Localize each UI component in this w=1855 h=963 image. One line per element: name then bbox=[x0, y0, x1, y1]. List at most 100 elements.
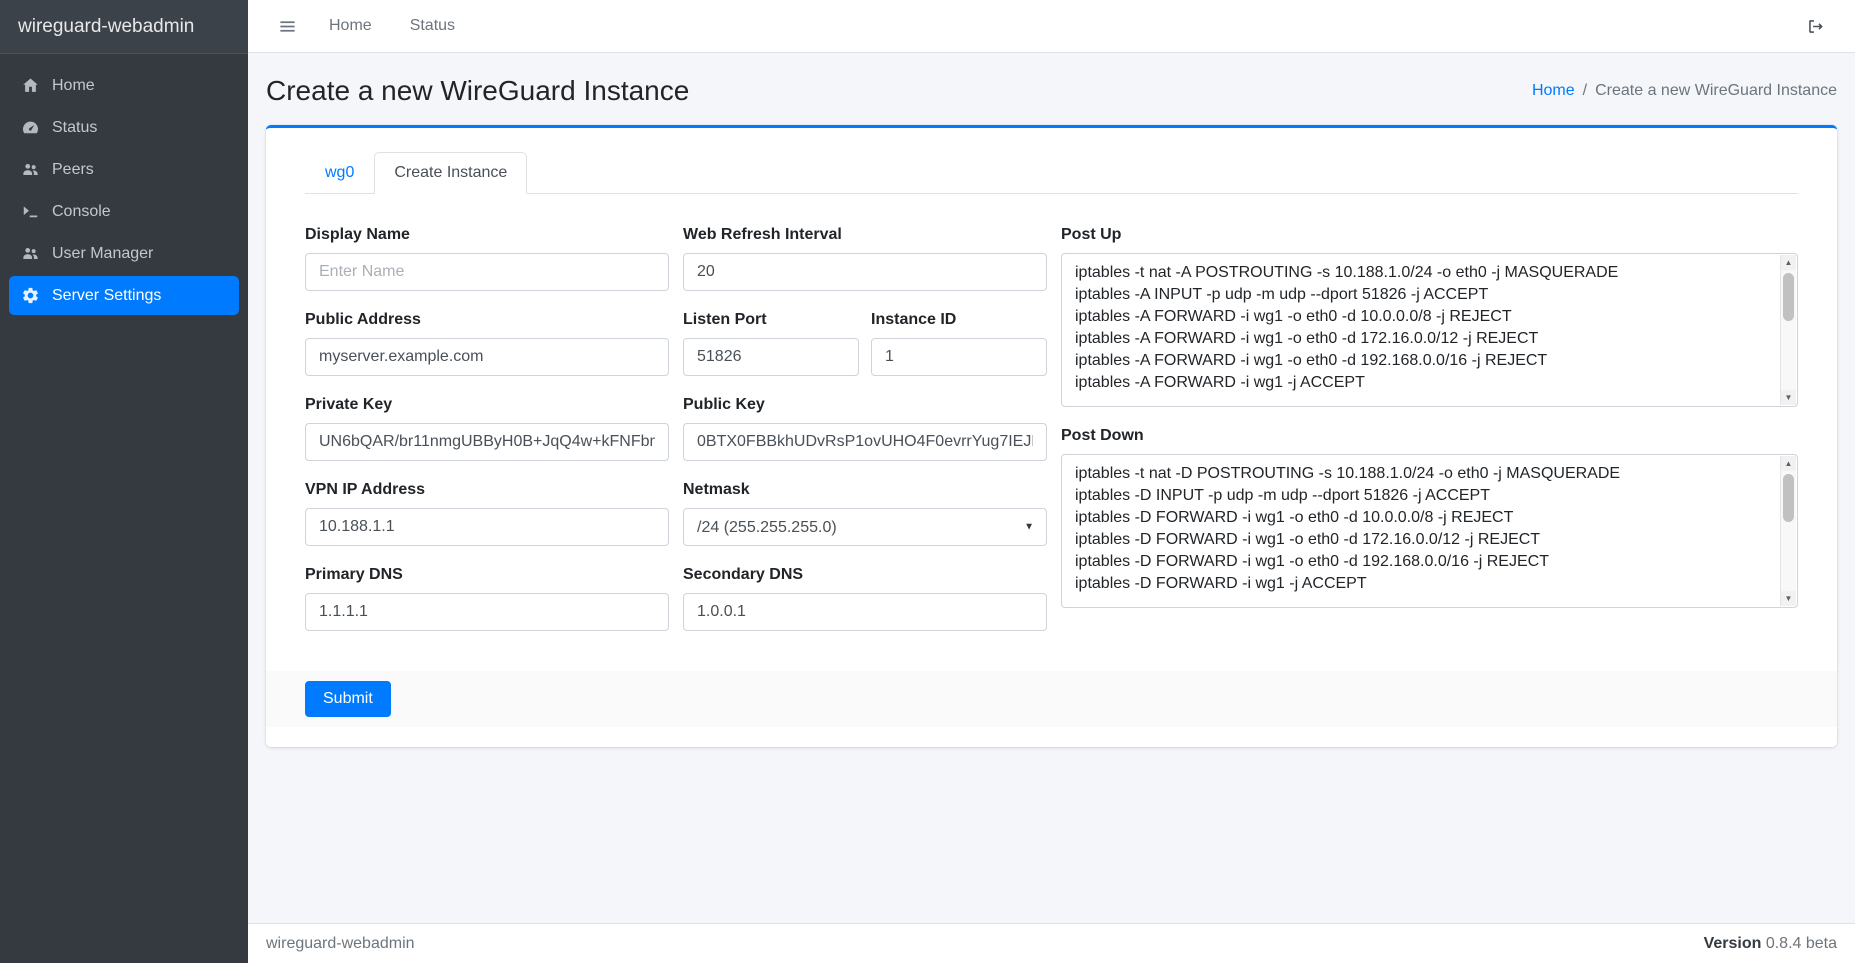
netmask-select[interactable]: /24 (255.255.255.0) bbox=[683, 508, 1047, 546]
footer-version: Version 0.8.4 beta bbox=[1704, 935, 1837, 953]
display-name-input[interactable] bbox=[305, 253, 669, 291]
private-key-label: Private Key bbox=[305, 396, 669, 414]
post-up-label: Post Up bbox=[1061, 226, 1798, 244]
secondary-dns-input[interactable] bbox=[683, 593, 1047, 631]
scrollbar-thumb[interactable] bbox=[1783, 273, 1794, 321]
content-header: Create a new WireGuard Instance Home / C… bbox=[248, 53, 1855, 125]
footer-brand: wireguard-webadmin bbox=[266, 935, 415, 953]
netmask-field: Netmask /24 (255.255.255.0) ▼ bbox=[683, 481, 1047, 546]
netmask-label: Netmask bbox=[683, 481, 1047, 499]
sidebar-item-label: Server Settings bbox=[52, 287, 161, 305]
sidebar-item-label: User Manager bbox=[52, 245, 153, 263]
sidebar-item-label: Console bbox=[52, 203, 111, 221]
public-address-label: Public Address bbox=[305, 311, 669, 329]
top-navbar: Home Status bbox=[248, 0, 1855, 53]
secondary-dns-label: Secondary DNS bbox=[683, 566, 1047, 584]
scrollbar-track[interactable] bbox=[1781, 471, 1796, 591]
post-down-label: Post Down bbox=[1061, 427, 1798, 445]
instance-id-label: Instance ID bbox=[871, 311, 1047, 329]
sidebar-item-home[interactable]: Home bbox=[9, 66, 239, 105]
web-refresh-field: Web Refresh Interval bbox=[683, 226, 1047, 291]
breadcrumb-current: Create a new WireGuard Instance bbox=[1595, 82, 1837, 100]
brand-link[interactable]: wireguard-webadmin bbox=[0, 0, 248, 54]
main-area: Home Status Create a new WireGuard Insta… bbox=[248, 0, 1855, 963]
footer-version-label: Version bbox=[1704, 935, 1762, 952]
private-key-input[interactable] bbox=[305, 423, 669, 461]
logout-icon bbox=[1806, 17, 1825, 36]
home-icon bbox=[21, 76, 40, 95]
form-column-left: Display Name Public Address Private Key bbox=[305, 226, 669, 651]
app-root: wireguard-webadmin Home Status Peers Con… bbox=[0, 0, 1855, 963]
private-key-field: Private Key bbox=[305, 396, 669, 461]
tachometer-icon bbox=[21, 118, 40, 137]
breadcrumb: Home / Create a new WireGuard Instance bbox=[1532, 82, 1837, 100]
listen-port-input[interactable] bbox=[683, 338, 859, 376]
post-down-field: Post Down iptables -t nat -D POSTROUTING… bbox=[1061, 427, 1798, 608]
scroll-up-arrow-icon[interactable]: ▲ bbox=[1781, 255, 1796, 270]
instance-id-input[interactable] bbox=[871, 338, 1047, 376]
card-footer: Submit bbox=[266, 671, 1837, 727]
public-address-input[interactable] bbox=[305, 338, 669, 376]
instance-id-field: Instance ID bbox=[871, 311, 1047, 376]
sidebar-item-console[interactable]: Console bbox=[9, 192, 239, 231]
post-up-scrollbar[interactable]: ▲ ▼ bbox=[1780, 255, 1796, 405]
primary-dns-label: Primary DNS bbox=[305, 566, 669, 584]
display-name-field: Display Name bbox=[305, 226, 669, 291]
display-name-label: Display Name bbox=[305, 226, 669, 244]
post-down-textarea[interactable]: iptables -t nat -D POSTROUTING -s 10.188… bbox=[1062, 455, 1797, 607]
form-column-middle: Web Refresh Interval Listen Port Instanc… bbox=[683, 226, 1047, 651]
scroll-up-arrow-icon[interactable]: ▲ bbox=[1781, 456, 1796, 471]
post-up-textarea[interactable]: iptables -t nat -A POSTROUTING -s 10.188… bbox=[1062, 254, 1797, 406]
sidebar-item-status[interactable]: Status bbox=[9, 108, 239, 147]
submit-button[interactable]: Submit bbox=[305, 681, 391, 717]
instance-tabs: wg0 Create Instance bbox=[305, 152, 1798, 194]
scrollbar-track[interactable] bbox=[1781, 270, 1796, 390]
listen-port-label: Listen Port bbox=[683, 311, 859, 329]
scrollbar-thumb[interactable] bbox=[1783, 474, 1794, 522]
public-address-field: Public Address bbox=[305, 311, 669, 376]
sidebar-item-server-settings[interactable]: Server Settings bbox=[9, 276, 239, 315]
create-instance-card: wg0 Create Instance Display Name Public … bbox=[266, 125, 1837, 747]
topnav-home-link[interactable]: Home bbox=[313, 9, 388, 43]
scroll-down-arrow-icon[interactable]: ▼ bbox=[1781, 390, 1796, 405]
sidebar-item-user-manager[interactable]: User Manager bbox=[9, 234, 239, 273]
footer-version-value: 0.8.4 beta bbox=[1766, 935, 1837, 952]
web-refresh-input[interactable] bbox=[683, 253, 1047, 291]
gears-icon bbox=[21, 286, 40, 305]
sidebar-item-label: Peers bbox=[52, 161, 94, 179]
public-key-input[interactable] bbox=[683, 423, 1047, 461]
page-title: Create a new WireGuard Instance bbox=[266, 75, 689, 107]
sidebar: wireguard-webadmin Home Status Peers Con… bbox=[0, 0, 248, 963]
post-down-scrollbar[interactable]: ▲ ▼ bbox=[1780, 456, 1796, 606]
terminal-icon bbox=[21, 202, 40, 221]
user-group-icon bbox=[21, 244, 40, 263]
form-column-right: Post Up iptables -t nat -A POSTROUTING -… bbox=[1061, 226, 1798, 651]
primary-dns-field: Primary DNS bbox=[305, 566, 669, 631]
sidebar-item-peers[interactable]: Peers bbox=[9, 150, 239, 189]
sidebar-item-label: Home bbox=[52, 77, 95, 95]
vpn-ip-input[interactable] bbox=[305, 508, 669, 546]
vpn-ip-label: VPN IP Address bbox=[305, 481, 669, 499]
users-icon bbox=[21, 160, 40, 179]
tab-wg0[interactable]: wg0 bbox=[305, 152, 374, 194]
card-bottom-spacer bbox=[266, 727, 1837, 747]
scroll-down-arrow-icon[interactable]: ▼ bbox=[1781, 591, 1796, 606]
tab-create-instance[interactable]: Create Instance bbox=[374, 152, 527, 194]
brand-text: wireguard-webadmin bbox=[18, 16, 194, 38]
web-refresh-label: Web Refresh Interval bbox=[683, 226, 1047, 244]
primary-dns-input[interactable] bbox=[305, 593, 669, 631]
sidebar-toggle-button[interactable] bbox=[268, 9, 307, 44]
logout-button[interactable] bbox=[1796, 9, 1835, 44]
topnav-status-link[interactable]: Status bbox=[394, 9, 471, 43]
create-instance-form: Display Name Public Address Private Key bbox=[266, 194, 1837, 671]
secondary-dns-field: Secondary DNS bbox=[683, 566, 1047, 631]
sidebar-menu: Home Status Peers Console User Manager S… bbox=[0, 54, 248, 330]
page-footer: wireguard-webadmin Version 0.8.4 beta bbox=[248, 923, 1855, 963]
public-key-field: Public Key bbox=[683, 396, 1047, 461]
post-up-field: Post Up iptables -t nat -A POSTROUTING -… bbox=[1061, 226, 1798, 407]
breadcrumb-home-link[interactable]: Home bbox=[1532, 82, 1575, 100]
hamburger-icon bbox=[278, 17, 297, 36]
vpn-ip-field: VPN IP Address bbox=[305, 481, 669, 546]
port-id-row: Listen Port Instance ID bbox=[683, 311, 1047, 396]
sidebar-item-label: Status bbox=[52, 119, 97, 137]
